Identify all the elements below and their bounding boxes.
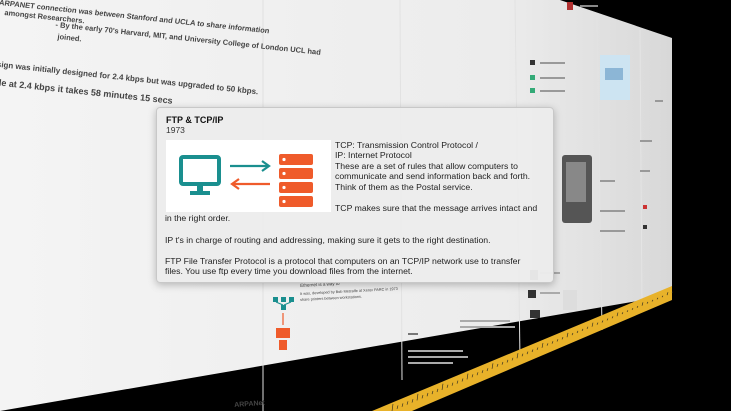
intro-line-2: IP: Internet Protocol — [335, 150, 412, 161]
card-year: 1973 — [166, 125, 185, 135]
ip-line: IP t's in charge of routing and addressi… — [165, 235, 491, 245]
monitor-icon — [179, 155, 221, 195]
intro-line-5: Think of them as the Postal service. — [335, 181, 473, 192]
intro-line-3: These are a set of rules that allow comp… — [335, 160, 519, 171]
computer-server-illustration — [166, 140, 331, 212]
ftp-line-1: FTP File Transfer Protocol is a protocol… — [165, 256, 521, 266]
intro-line-1: TCP: Transmission Control Protocol / — [335, 140, 478, 150]
card-tcp-text: TCP makes sure that the message arrives … — [335, 203, 537, 213]
transfer-arrows-icon — [230, 160, 271, 190]
intro-line-4: communicate and send information back an… — [335, 171, 531, 182]
ftp-line-2: files. You use ftp every time you downlo… — [165, 266, 413, 277]
card-ip-text: IP t's in charge of routing and addressi… — [165, 235, 491, 245]
card-ftp-text: FTP File Transfer Protocol is a protocol… — [165, 256, 520, 277]
event-card-ftp-tcpip[interactable]: FTP & TCP/IP 1973 TCP: Transmission Cont… — [156, 107, 554, 283]
card-tcp-text-2: in the right order. — [165, 213, 230, 223]
server-stack-icon — [279, 154, 313, 207]
card-title: FTP & TCP/IP — [166, 115, 224, 125]
tcp-line-1: TCP makes sure that the message arrives … — [335, 203, 538, 213]
tcp-line-2: in the right order. — [165, 213, 231, 223]
card-tcpip-intro: TCP: Transmission Control Protocol / IP:… — [335, 140, 530, 192]
